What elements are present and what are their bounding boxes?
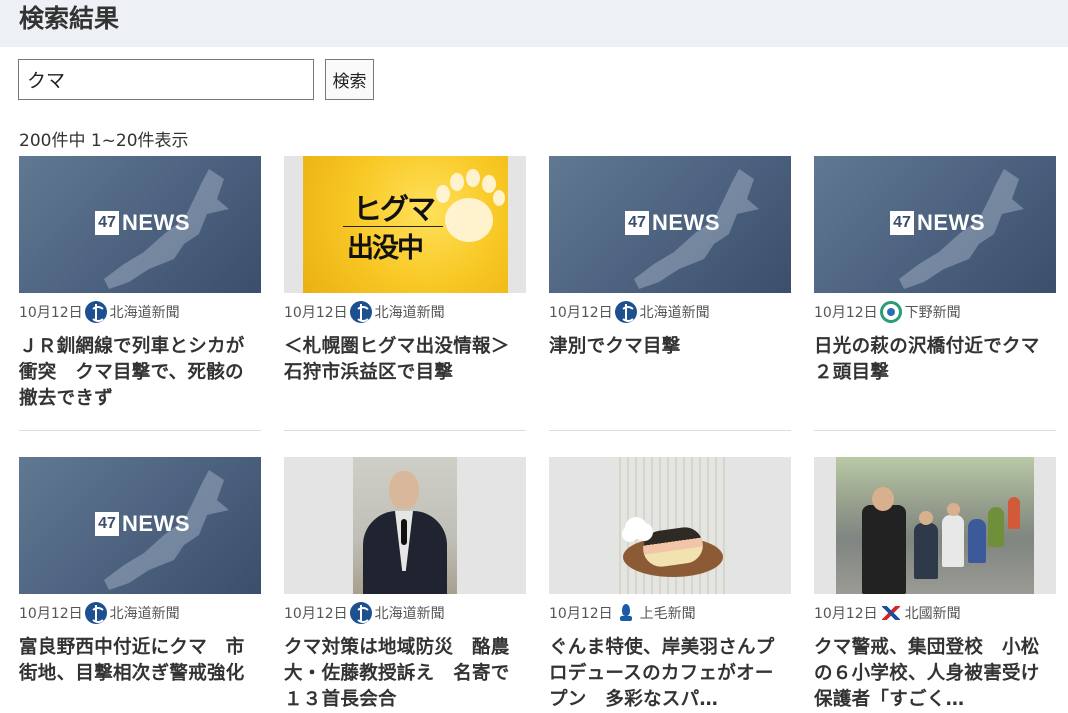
row-divider	[19, 430, 261, 431]
article-date: 10月12日	[814, 305, 878, 321]
result-card[interactable]: 47 NEWS 10月12日 下野新聞 日光の萩の沢橋付近でクマ２頭目撃	[814, 156, 1056, 412]
article-source: 北海道新聞	[109, 606, 180, 622]
search-button[interactable]: 検索	[325, 59, 374, 100]
speaker-photo	[353, 457, 457, 594]
kids-photo	[836, 457, 1034, 594]
47news-placeholder-image: 47 NEWS	[549, 156, 791, 293]
47news-placeholder-image: 47 NEWS	[814, 156, 1056, 293]
news-wordmark: NEWS	[122, 210, 190, 235]
article-title[interactable]: 日光の萩の沢橋付近でクマ２頭目撃	[814, 334, 1056, 412]
article-thumbnail[interactable]: 47 NEWS	[549, 156, 791, 293]
row-divider	[814, 430, 1056, 431]
article-source: 北海道新聞	[109, 305, 180, 321]
47-badge: 47	[95, 211, 119, 235]
row-divider	[284, 430, 526, 431]
page-header: 検索結果	[0, 0, 1068, 47]
news-wordmark: NEWS	[917, 210, 985, 235]
result-card[interactable]: 47 NEWS 10月12日 北海道新聞 富良野西中付近にクマ 市街地、目撃相次ぎ警…	[19, 457, 261, 713]
47news-placeholder-image: 47 NEWS	[19, 156, 261, 293]
article-title[interactable]: 津別でクマ目撃	[549, 334, 791, 412]
article-source: 上毛新聞	[639, 606, 696, 622]
search-input[interactable]	[18, 59, 314, 100]
article-source: 北海道新聞	[374, 606, 445, 622]
article-title[interactable]: クマ対策は地域防災 酪農大・佐藤教授訴え 名寄で１３首長会合	[284, 635, 526, 713]
article-thumbnail[interactable]: ヒグマ 出没中	[284, 156, 526, 293]
article-thumbnail[interactable]: 47 NEWS	[19, 457, 261, 594]
article-source: 北國新聞	[904, 606, 961, 622]
article-date: 10月12日	[549, 305, 613, 321]
row-divider	[549, 430, 791, 431]
higuma-line2: 出没中	[347, 233, 424, 264]
page-title: 検索結果	[19, 4, 120, 33]
article-date: 10月12日	[284, 606, 348, 622]
article-source: 北海道新聞	[374, 305, 445, 321]
result-card[interactable]: 10月12日 北海道新聞 クマ対策は地域防災 酪農大・佐藤教授訴え 名寄で１３首長…	[284, 457, 526, 713]
article-date: 10月12日	[284, 305, 348, 321]
result-card[interactable]: ヒグマ 出没中 10月12日 北海道新聞 ＜札幌圏ヒグマ出没情報＞石狩市浜益区で目…	[284, 156, 526, 412]
article-title[interactable]: クマ警戒、集団登校 小松の６小学校、人身被害受け 保護者「すごく…	[814, 635, 1056, 713]
article-thumbnail[interactable]: 47 NEWS	[19, 156, 261, 293]
article-date: 10月12日	[814, 606, 878, 622]
result-card[interactable]: 47 NEWS 10月12日 北海道新聞 津別でクマ目撃	[549, 156, 791, 412]
hokkaido-shimbun-logo-icon	[84, 301, 107, 323]
shimotsuke-shimbun-logo-icon	[879, 301, 902, 323]
result-card[interactable]: 10月12日 上毛新聞 ぐんま特使、岸美羽さんプロデュースのカフェがオープン 多彩…	[549, 457, 791, 713]
article-thumbnail[interactable]	[549, 457, 791, 594]
article-date: 10月12日	[19, 606, 83, 622]
47-badge: 47	[95, 512, 119, 536]
article-thumbnail[interactable]: 47 NEWS	[814, 156, 1056, 293]
food-photo	[613, 457, 727, 594]
article-title[interactable]: ＜札幌圏ヒグマ出没情報＞石狩市浜益区で目撃	[284, 334, 526, 412]
news-wordmark: NEWS	[652, 210, 720, 235]
hokkaido-shimbun-logo-icon	[614, 301, 637, 323]
jomo-shimbun-logo-icon	[615, 602, 637, 624]
higuma-line1: ヒグマ	[353, 192, 436, 226]
article-date: 10月12日	[549, 606, 613, 622]
article-title[interactable]: ぐんま特使、岸美羽さんプロデュースのカフェがオープン 多彩なスパ…	[549, 635, 791, 713]
article-date: 10月12日	[19, 305, 83, 321]
result-card[interactable]: 47 NEWS 10月12日 北海道新聞 ＪＲ釧網線で列車とシカが衝突 クマ目撃で、…	[19, 156, 261, 412]
article-source: 下野新聞	[904, 305, 961, 321]
47-badge: 47	[890, 211, 914, 235]
result-count: 200件中 1~20件表示	[19, 131, 189, 151]
article-title[interactable]: 富良野西中付近にクマ 市街地、目撃相次ぎ警戒強化	[19, 635, 261, 713]
hokkaido-shimbun-logo-icon	[349, 602, 372, 624]
bear-paw-icon	[436, 169, 505, 242]
result-card[interactable]: 10月12日 北國新聞 クマ警戒、集団登校 小松の６小学校、人身被害受け 保護者「…	[814, 457, 1056, 713]
article-title[interactable]: ＪＲ釧網線で列車とシカが衝突 クマ目撃で、死骸の撤去できず	[19, 334, 261, 412]
article-source: 北海道新聞	[639, 305, 710, 321]
47-badge: 47	[625, 211, 649, 235]
hokkoku-shimbun-logo-icon	[880, 602, 902, 624]
article-thumbnail[interactable]	[284, 457, 526, 594]
news-wordmark: NEWS	[122, 511, 190, 536]
article-thumbnail[interactable]	[814, 457, 1056, 594]
higuma-alert-image: ヒグマ 出没中	[303, 156, 508, 293]
hokkaido-shimbun-logo-icon	[349, 301, 372, 323]
47news-placeholder-image: 47 NEWS	[19, 457, 261, 594]
hokkaido-shimbun-logo-icon	[84, 602, 107, 624]
